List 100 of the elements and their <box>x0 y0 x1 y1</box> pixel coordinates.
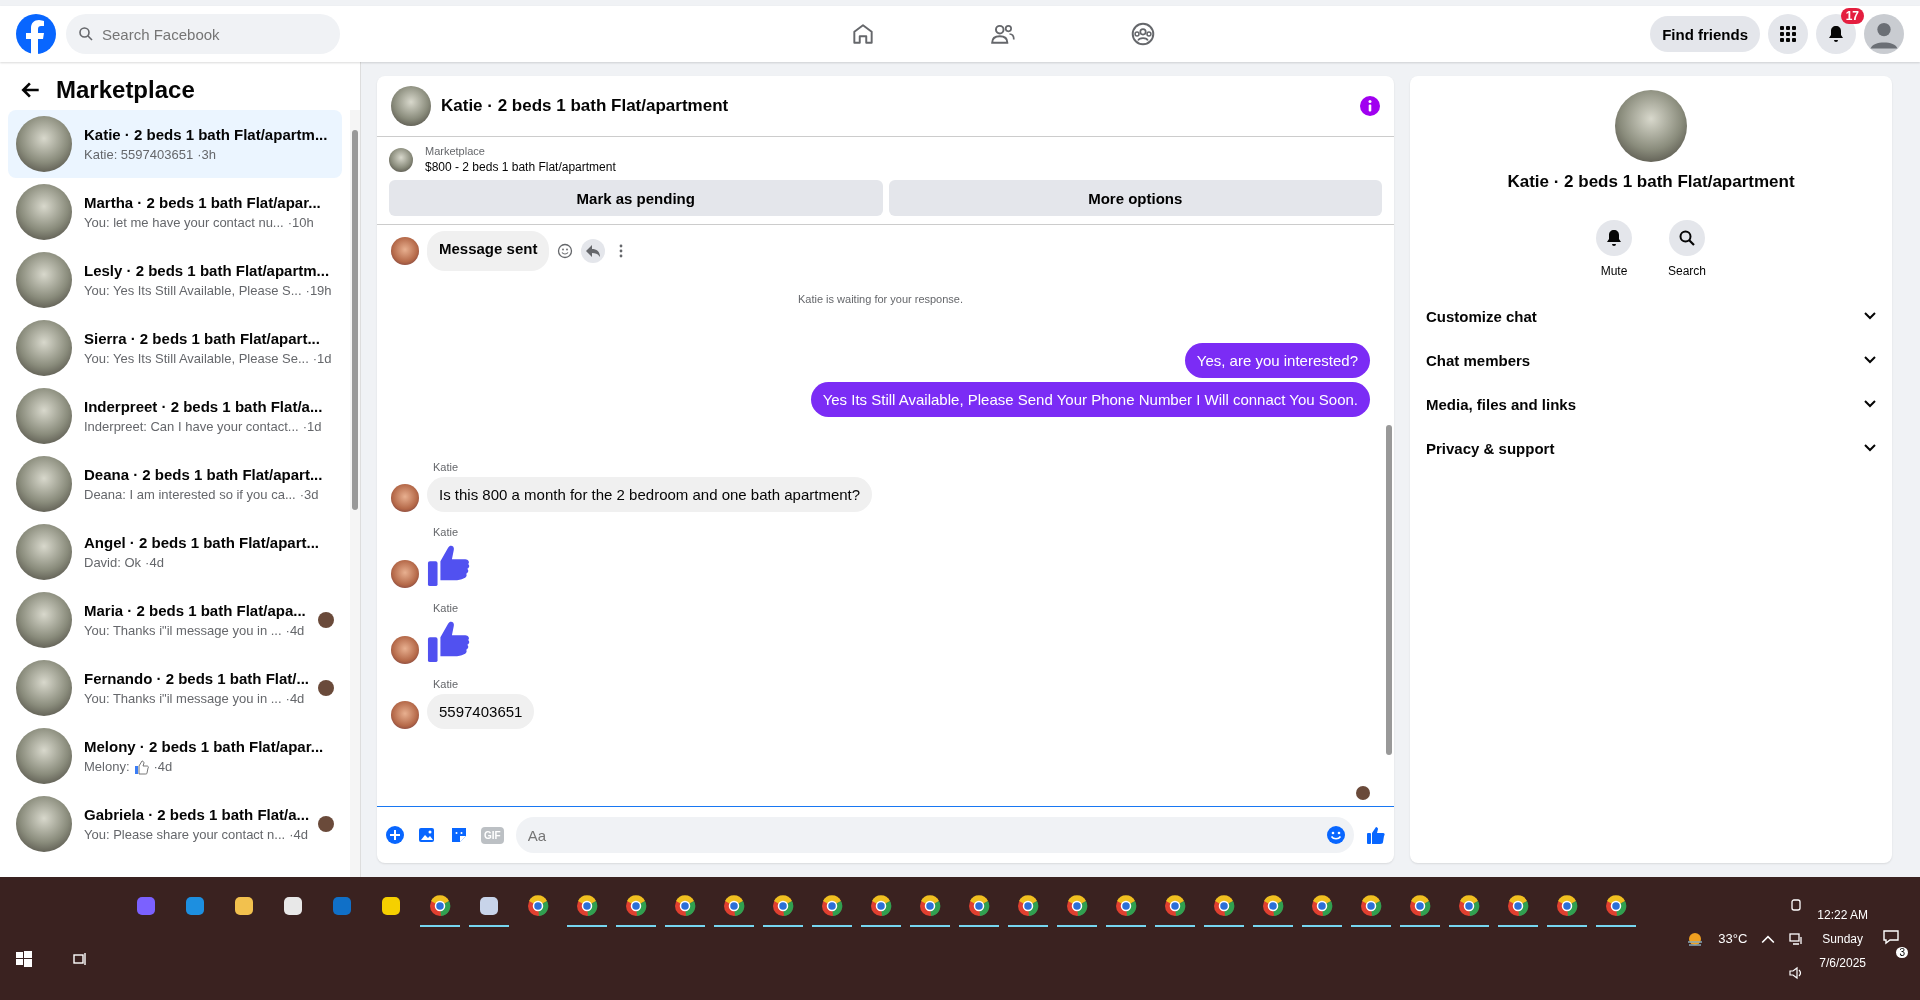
chat-preview: Inderpreet: Can I have your contact... <box>84 419 299 434</box>
chat-list-item[interactable]: Martha · 2 beds 1 bath Flat/apar... You: let me have your contact nu... ·10h <box>8 178 342 246</box>
chat-list-item[interactable]: Gabriela · 2 beds 1 bath Flat/a... You: Please share your contact n... ·4d <box>8 790 342 858</box>
network-icon[interactable] <box>1789 931 1804 946</box>
message-bubble: Message sent <box>427 231 550 271</box>
chat-list-item[interactable]: Lesly · 2 beds 1 bath Flat/apartm... You: Yes Its Still Available, Please S... ·19h <box>8 246 342 314</box>
chat-preview: You: Yes Its Still Available, Please S... <box>84 283 302 298</box>
chat-title: Katie · 2 beds 1 bath Flat/apartm... <box>84 126 329 143</box>
chat-list-item[interactable]: Deana · 2 beds 1 bath Flat/apart... Deana: I am interested so if you ca... ·3d <box>8 450 342 518</box>
action-button[interactable] <box>1669 220 1705 256</box>
action-button[interactable] <box>1596 220 1632 256</box>
chevron-down-icon <box>1864 444 1876 452</box>
avatar <box>391 701 419 729</box>
photo-placeholder <box>389 147 413 172</box>
speaker-icon[interactable] <box>1789 965 1804 980</box>
section-header[interactable]: Customize chat <box>1426 294 1876 338</box>
message-bubble: 5597403651 <box>427 694 535 729</box>
listing-action-button[interactable]: More options <box>888 180 1382 216</box>
temperature: 33°C <box>1718 931 1748 946</box>
sender-name: Katie <box>433 678 460 690</box>
search-icon <box>1678 229 1696 247</box>
chat-list-item[interactable]: Sierra · 2 beds 1 bath Flat/apart... You: Yes Its Still Available, Please Se... ·1d <box>8 314 342 382</box>
task-view-icon[interactable] <box>72 950 88 967</box>
chat-title: Maria · 2 beds 1 bath Flat/apa... <box>84 602 306 619</box>
listing-action-button[interactable]: Mark as pending <box>389 180 883 216</box>
notifications-icon[interactable] <box>1882 927 1900 946</box>
chat-title: Katie · 2 beds 1 bath Flat/apartment <box>441 96 730 116</box>
search-icon <box>78 26 94 42</box>
chat-time: ·3h <box>197 147 216 162</box>
scrollbar[interactable] <box>1384 225 1394 806</box>
photo-placeholder <box>391 86 431 126</box>
sender-name: Katie <box>433 602 460 614</box>
chat-list-item[interactable]: Katie · 2 beds 1 bath Flat/apartm... Katie: 5597403651 ·3h <box>8 110 342 178</box>
photo-placeholder <box>16 728 72 784</box>
find-friends-button[interactable]: Find friends <box>1650 16 1760 52</box>
chat-preview: You: Thanks i"il message you in ... <box>84 623 282 638</box>
clock-day: Sunday <box>1822 931 1863 946</box>
chat-time: ·4d <box>285 623 305 638</box>
sticker-icon[interactable] <box>449 825 469 845</box>
bell-icon <box>1605 229 1623 247</box>
message-input[interactable]: Aa <box>515 817 1354 853</box>
chat-list-item[interactable]: Melony · 2 beds 1 bath Flat/apar... Melony: ·4d <box>8 722 342 790</box>
info-icon[interactable] <box>1360 96 1380 116</box>
thumbs-up-icon[interactable] <box>1366 825 1386 845</box>
seen-avatar <box>1356 786 1370 800</box>
photo-placeholder <box>16 116 72 172</box>
chat-time: ·10h <box>287 215 314 230</box>
menu-button[interactable] <box>1768 14 1808 54</box>
photo-placeholder <box>16 456 72 512</box>
chat-list-item[interactable]: Angel · 2 beds 1 bath Flat/apart... David: Ok ·4d <box>8 518 342 586</box>
photo-placeholder <box>16 388 72 444</box>
facebook-logo[interactable] <box>16 14 56 54</box>
grid-icon <box>1779 25 1797 43</box>
chat-notice: Katie is waiting for your response. <box>797 293 964 305</box>
chat-title: Deana · 2 beds 1 bath Flat/apart... <box>84 466 324 483</box>
more-options-icon[interactable] <box>619 243 624 259</box>
chat-preview: Katie: 5597403651 <box>84 147 194 162</box>
search-field[interactable]: Search Facebook <box>66 14 340 54</box>
sender-name: Katie <box>433 526 460 538</box>
image-icon[interactable] <box>417 825 437 845</box>
photo-placeholder <box>16 796 72 852</box>
chat-title: Gabriela · 2 beds 1 bath Flat/a... <box>84 806 306 823</box>
action-label: Search <box>1668 264 1706 278</box>
chat-list-item[interactable]: Inderpreet · 2 beds 1 bath Flat/a... Inderpreet: Can I have your contact... ·1d <box>8 382 342 450</box>
chat-title: Fernando · 2 beds 1 bath Flat/... <box>84 670 306 687</box>
message-bubble: Yes Its Still Available, Please Send Your Phone Number I Will connact You Soon. <box>810 382 1370 417</box>
chat-preview: You: Thanks i"il message you in ... <box>84 691 282 706</box>
chat-list-item[interactable]: Maria · 2 beds 1 bath Flat/apa... You: Thanks i"il message you in ... ·4d <box>8 586 342 654</box>
chat-time: ·19h <box>305 283 332 298</box>
chat-preview: You: Please share your contact n... <box>84 827 286 842</box>
clock-date: 7/6/2025 <box>1819 955 1866 970</box>
chat-preview: You: Yes Its Still Available, Please Se... <box>84 351 309 366</box>
chat-preview: David: Ok <box>84 555 142 570</box>
emoji-icon[interactable] <box>1326 825 1346 845</box>
section-header[interactable]: Privacy & support <box>1426 426 1876 470</box>
details-title: Katie · 2 beds 1 bath Flat/apartment <box>1507 172 1795 192</box>
chat-preview: Melony: <box>84 759 130 774</box>
chat-preview: You: let me have your contact nu... <box>84 215 284 230</box>
chat-title: Sierra · 2 beds 1 bath Flat/apart... <box>84 330 321 347</box>
windows-logo-icon[interactable] <box>16 950 32 967</box>
message-bubble: Is this 800 a month for the 2 bedroom and one bath apartment? <box>427 477 873 512</box>
sender-name: Katie <box>433 461 460 473</box>
listing-title: $800 - 2 beds 1 bath Flat/apartment <box>425 160 616 174</box>
action-label: Mute <box>1600 264 1628 278</box>
chat-list-item[interactable]: Fernando · 2 beds 1 bath Flat/... You: Thanks i"il message you in ... ·4d <box>8 654 342 722</box>
scrollbar[interactable] <box>350 110 360 877</box>
chat-time: ·4d <box>289 827 308 842</box>
chat-title: Inderpreet · 2 beds 1 bath Flat/a... <box>84 398 324 415</box>
section-header[interactable]: Media, files and links <box>1426 382 1876 426</box>
listing-source: Marketplace <box>425 145 486 157</box>
chat-time: ·3d <box>299 487 319 502</box>
camera-icon[interactable] <box>1789 897 1804 912</box>
chat-preview: Deana: I am interested so if you ca... <box>84 487 296 502</box>
chat-title: Martha · 2 beds 1 bath Flat/apar... <box>84 194 322 211</box>
plus-icon[interactable] <box>385 825 405 845</box>
section-header[interactable]: Chat members <box>1426 338 1876 382</box>
groups-icon[interactable] <box>1130 21 1157 47</box>
reply-icon[interactable] <box>581 239 606 263</box>
emoji-icon[interactable] <box>557 243 574 259</box>
account-avatar[interactable] <box>1864 14 1904 54</box>
